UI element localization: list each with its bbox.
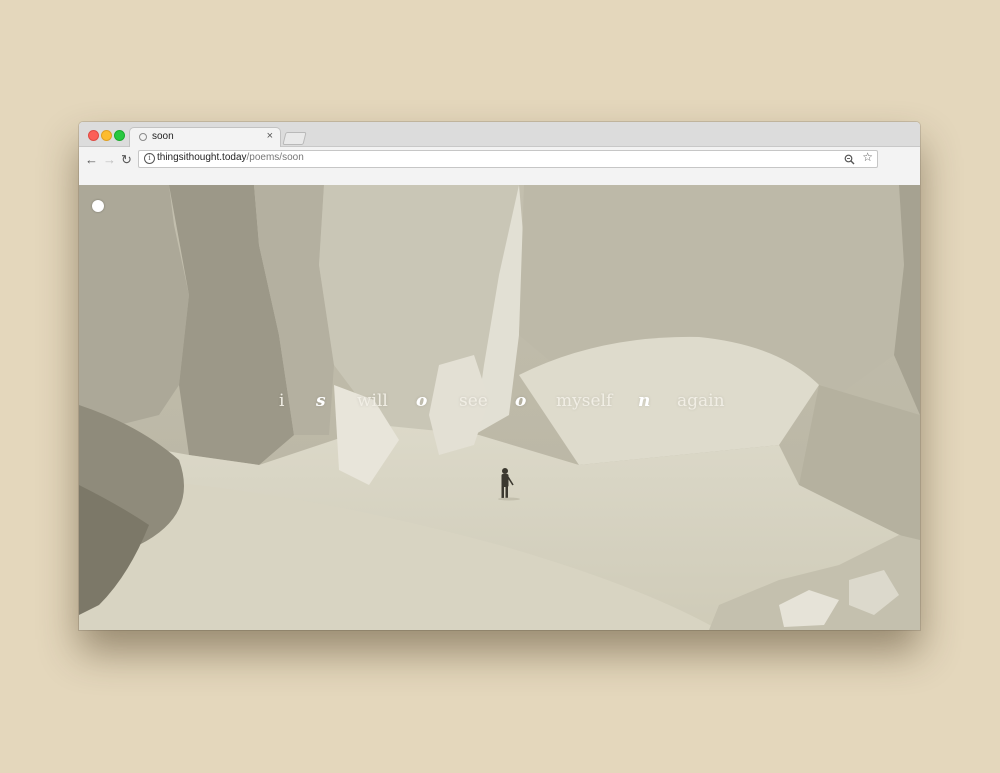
poem-word-7: myself: [556, 391, 613, 411]
poem-word-9: again: [677, 391, 725, 411]
bookmark-star-icon[interactable]: ☆: [862, 150, 873, 164]
poem-word-8: n: [638, 391, 651, 411]
poem-word-6: o: [515, 391, 527, 411]
reload-icon[interactable]: ↻: [121, 152, 132, 168]
close-tab-icon[interactable]: ×: [267, 130, 273, 142]
tab-soon[interactable]: soon ×: [129, 127, 281, 148]
new-tab-button[interactable]: [282, 132, 307, 145]
tab-title: soon: [152, 131, 174, 142]
info-icon[interactable]: i: [144, 153, 155, 164]
url-path: /poems/soon: [246, 152, 304, 163]
menu-dot-button[interactable]: [92, 200, 104, 212]
address-bar[interactable]: i thingsithought.today/poems/soon ☆: [138, 150, 878, 168]
browser-window: soon × ← → ↻ i thingsithought.today/poem…: [79, 122, 920, 630]
forward-arrow-icon[interactable]: →: [103, 152, 116, 167]
url-domain: thingsithought.today: [157, 152, 247, 163]
back-arrow-icon[interactable]: ←: [85, 152, 98, 167]
tab-strip: soon ×: [79, 122, 920, 148]
page-content: i s will o see o myself n again: [79, 185, 920, 630]
poem-line: i s will o see o myself n again: [79, 391, 920, 421]
maximize-window-button[interactable]: [114, 130, 125, 141]
poem-word-2: s: [316, 391, 326, 411]
poem-word-4: o: [416, 391, 428, 411]
zoom-icon[interactable]: [844, 152, 855, 170]
poem-word-3: will: [357, 391, 388, 411]
toolbar: ← → ↻ i thingsithought.today/poems/soon …: [79, 147, 920, 185]
minimize-window-button[interactable]: [101, 130, 112, 141]
url-text[interactable]: thingsithought.today/poems/soon: [157, 152, 304, 163]
close-window-button[interactable]: [88, 130, 99, 141]
favicon-icon: [139, 133, 147, 141]
poem-word-1: i: [279, 391, 285, 411]
poem-word-5: see: [459, 391, 488, 411]
